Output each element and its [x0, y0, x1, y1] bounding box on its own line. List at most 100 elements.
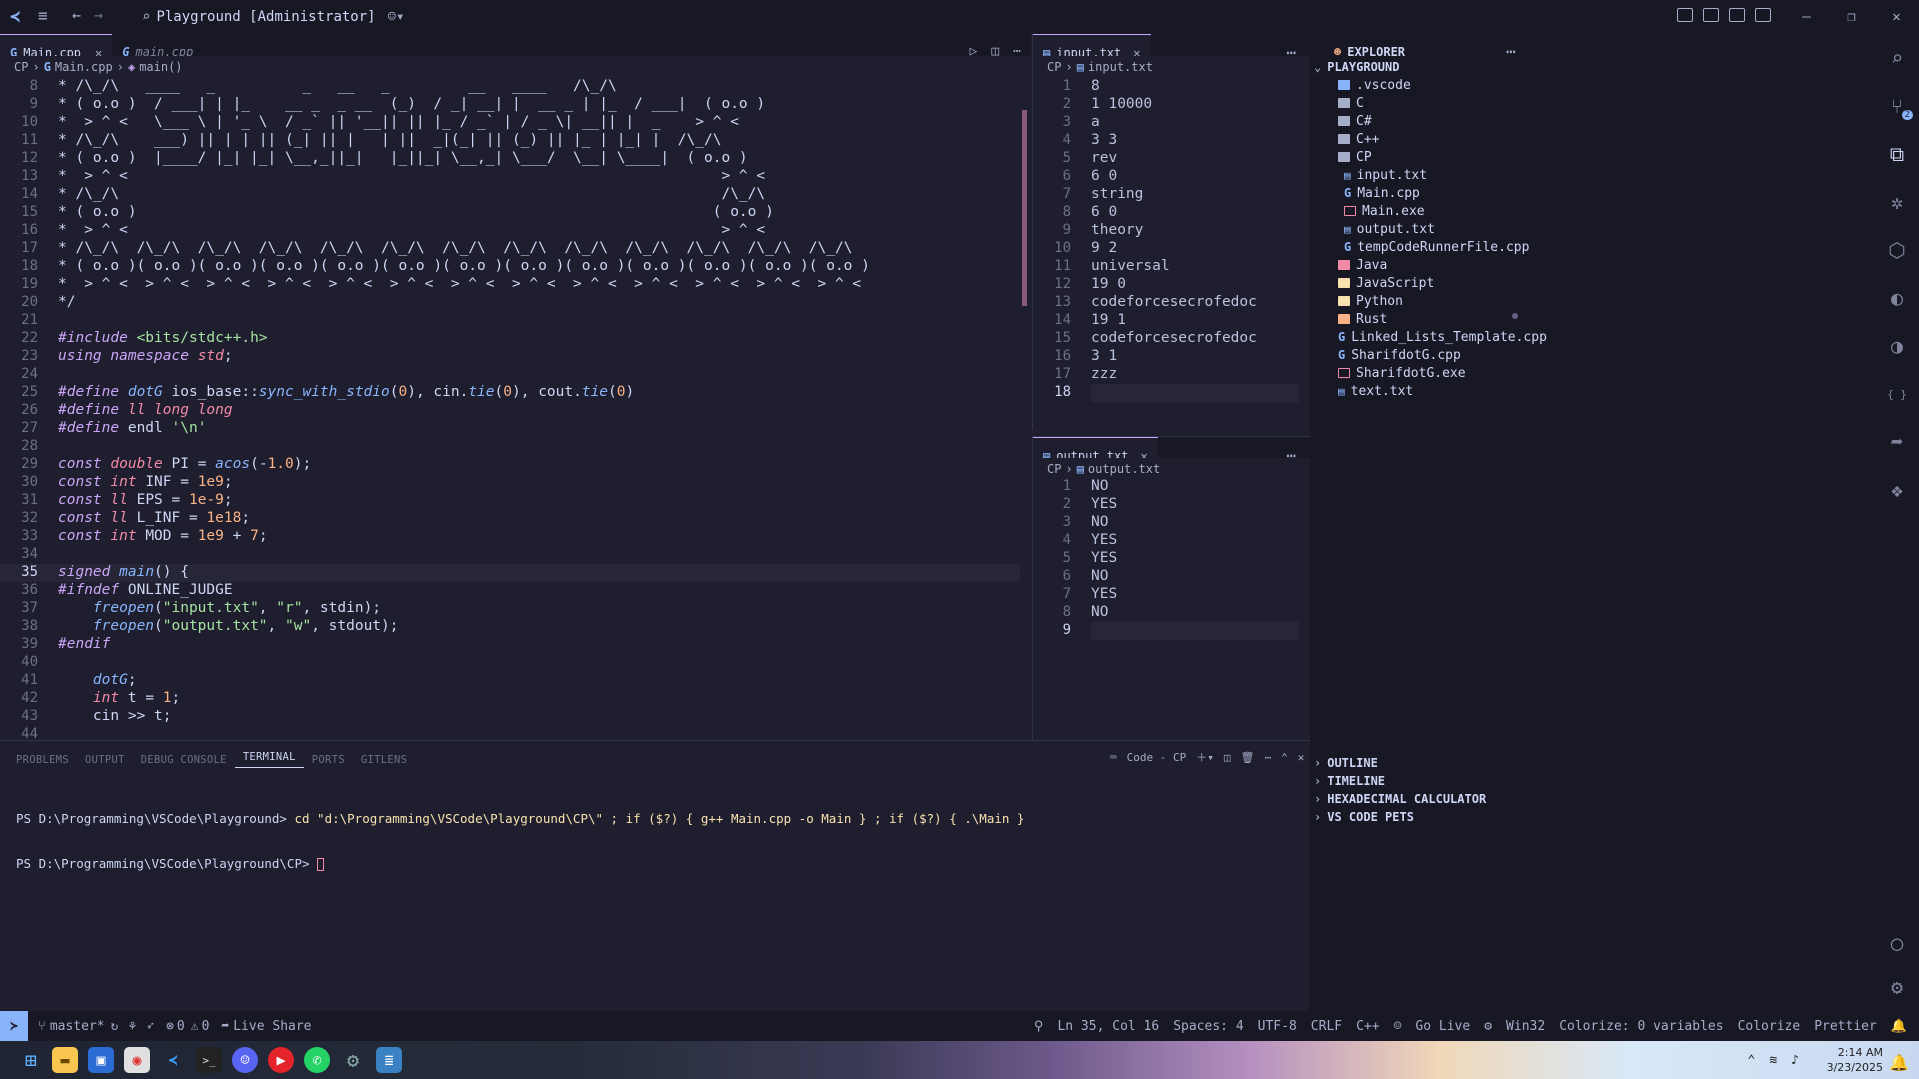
panel-tab[interactable]: DEBUG CONSOLE — [133, 754, 235, 766]
terminal-output[interactable]: PS D:\Programming\VSCode\Playground> cd … — [16, 781, 1024, 901]
account-icon[interactable]: ◯ — [1875, 919, 1919, 967]
encoding[interactable]: UTF-8 — [1258, 1019, 1297, 1034]
explorer-item[interactable]: ▤ input.txt — [1344, 166, 1524, 184]
split-terminal-icon[interactable]: ◫ — [1224, 751, 1231, 764]
gear-status-icon[interactable]: ⚙ — [1484, 1019, 1492, 1034]
clock[interactable]: 2:14 AM 3/23/2025 — [1827, 1045, 1883, 1075]
warning-count[interactable]: 0 — [202, 1019, 210, 1034]
remote-indicator-icon[interactable]: ≻ — [0, 1011, 28, 1041]
platform[interactable]: Win32 — [1506, 1019, 1545, 1034]
breadcrumb-file[interactable]: input.txt — [1088, 60, 1153, 74]
error-count[interactable]: 0 — [177, 1019, 185, 1034]
sync-icon[interactable]: ↻ — [111, 1019, 119, 1034]
cursor-position[interactable]: Ln 35, Col 16 — [1057, 1019, 1159, 1034]
chrome-icon[interactable]: ◉ — [124, 1047, 150, 1073]
sidebar-section-header[interactable]: › OUTLINE — [1314, 754, 1378, 772]
sidebar-section-header[interactable]: › VS CODE PETS — [1314, 808, 1414, 826]
command-center-search[interactable]: ⌕ Playground [Administrator] ☺▾ — [142, 5, 404, 29]
explorer-item[interactable]: ▤ output.txt — [1344, 220, 1524, 238]
search-icon[interactable]: ⌕ — [1875, 34, 1919, 82]
kill-terminal-icon[interactable]: 🗑 — [1240, 751, 1254, 764]
settings-app-icon[interactable]: ⚙ — [340, 1047, 366, 1073]
settings-gear-icon[interactable]: ⚙ — [1875, 963, 1919, 1011]
workspace-root[interactable]: ⌄ PLAYGROUND — [1314, 58, 1399, 76]
explorer-item[interactable]: SharifdotG.exe — [1338, 364, 1518, 382]
notifications-icon[interactable]: 🔔 — [1889, 1053, 1909, 1072]
breadcrumb-file[interactable]: output.txt — [1088, 462, 1160, 476]
python-icon[interactable]: ❖ — [1875, 466, 1919, 514]
launch-icon[interactable]: ➶ — [146, 1019, 154, 1034]
explorer-item[interactable]: Rust — [1338, 310, 1518, 328]
broadcast-icon[interactable]: ⚲ — [1034, 1019, 1044, 1034]
debug-icon[interactable]: ✲ — [1875, 178, 1919, 226]
colorize-count[interactable]: Colorize: 0 variables — [1559, 1019, 1723, 1034]
code-editor[interactable]: 8 * /\_/\ ____ _ _ __ _ __ ____ /\_/\ 9 * (… — [0, 78, 1031, 740]
notepad-icon[interactable]: ≣ — [376, 1047, 402, 1073]
explorer-item[interactable]: Python — [1338, 292, 1518, 310]
close-panel-icon[interactable]: ✕ — [1298, 751, 1305, 764]
toggle-secondary-sidebar-icon[interactable] — [1755, 8, 1771, 22]
new-terminal-icon[interactable]: ＋▾ — [1196, 749, 1214, 765]
explorer-item[interactable]: Java — [1338, 256, 1518, 274]
minimize-icon[interactable]: — — [1784, 9, 1829, 25]
more-actions-icon[interactable]: ⋯ — [1506, 42, 1516, 61]
wifi-icon[interactable]: ≋ — [1769, 1053, 1777, 1068]
branch-name[interactable]: master* — [50, 1019, 105, 1034]
remote-explorer-icon[interactable]: ◑ — [1875, 322, 1919, 370]
terminal-app-icon[interactable]: >_ — [196, 1047, 222, 1073]
bell-icon[interactable]: 🔔 — [1891, 1019, 1907, 1034]
vscode-icon[interactable]: ≺ — [160, 1047, 186, 1073]
file-explorer-icon[interactable]: ▬ — [52, 1047, 78, 1073]
toggle-panel-icon[interactable] — [1729, 8, 1745, 22]
json-icon[interactable]: { } — [1875, 370, 1919, 418]
breadcrumb-file[interactable]: Main.cpp — [55, 60, 113, 74]
explorer-item[interactable]: G Main.cpp — [1344, 184, 1524, 202]
explorer-item[interactable]: ▤ text.txt — [1338, 382, 1518, 400]
sidebar-section-header[interactable]: › TIMELINE — [1314, 772, 1385, 790]
live-share-label[interactable]: Live Share — [233, 1019, 311, 1034]
go-live[interactable]: Go Live — [1415, 1019, 1470, 1034]
explorer-item[interactable]: G Linked_Lists_Template.cpp — [1338, 328, 1547, 346]
customize-layout-icon[interactable] — [1677, 8, 1693, 22]
explorer-item[interactable]: JavaScript — [1338, 274, 1518, 292]
explorer-item[interactable]: C# — [1338, 112, 1518, 130]
explorer-item[interactable]: C — [1338, 94, 1518, 112]
restore-icon[interactable]: ❐ — [1829, 9, 1874, 25]
panel-tab[interactable]: OUTPUT — [77, 754, 133, 766]
copilot-icon[interactable]: ☺▾ — [388, 9, 405, 25]
panel-tab[interactable]: PROBLEMS — [8, 754, 77, 766]
more-actions-icon[interactable]: ⋯ — [1264, 751, 1271, 764]
breadcrumb-folder[interactable]: CP — [14, 60, 28, 74]
input-editor[interactable]: 1821 10000 3 a 4 3 3 5 rev 6 6 0 7 string 8 6 0 9 theo… — [1032, 78, 1310, 430]
terminal-name[interactable]: Code - CP — [1127, 751, 1187, 764]
explorer-item[interactable]: G SharifdotG.cpp — [1338, 346, 1518, 364]
explorer-item[interactable]: CP — [1338, 148, 1518, 166]
panel-tab[interactable]: PORTS — [304, 754, 353, 766]
explorer-icon[interactable]: ⧉ — [1875, 130, 1919, 178]
language-mode[interactable]: C++ — [1356, 1019, 1379, 1034]
sidebar-section-header[interactable]: › HEXADECIMAL CALCULATOR — [1314, 790, 1486, 808]
source-control-icon[interactable]: ⑂ 2 — [1875, 82, 1919, 130]
prettier[interactable]: Prettier — [1814, 1019, 1877, 1034]
breadcrumb-symbol[interactable]: main() — [139, 60, 182, 74]
line-ending[interactable]: CRLF — [1311, 1019, 1342, 1034]
media-player-icon[interactable]: ▶ — [268, 1047, 294, 1073]
store-icon[interactable]: ▣ — [88, 1047, 114, 1073]
scrollbar-thumb[interactable] — [1022, 110, 1027, 306]
colorize-toggle[interactable]: Colorize — [1738, 1019, 1801, 1034]
whatsapp-icon[interactable]: ✆ — [304, 1047, 330, 1073]
live-share-icon[interactable]: ➦ — [1875, 418, 1919, 466]
indentation[interactable]: Spaces: 4 — [1173, 1019, 1243, 1034]
panel-tab[interactable]: GITLENS — [353, 754, 415, 766]
forward-arrow-icon[interactable]: → — [94, 6, 103, 24]
extensions-icon[interactable]: ⬡ — [1875, 226, 1919, 274]
panel-tab[interactable]: TERMINAL — [234, 751, 304, 768]
back-arrow-icon[interactable]: ← — [72, 6, 81, 24]
copilot-icon[interactable]: ☺ — [1394, 1019, 1402, 1034]
tray-chevron-icon[interactable]: ⌃ — [1748, 1053, 1756, 1068]
windows-start-icon[interactable]: ⊞ — [18, 1047, 44, 1073]
explorer-item[interactable]: GtempCodeRunnerFile.cpp — [1344, 238, 1529, 256]
maximize-panel-icon[interactable]: ⌃ — [1281, 751, 1288, 764]
explorer-item[interactable]: C++ — [1338, 130, 1518, 148]
explorer-item[interactable]: Main.exe — [1344, 202, 1524, 220]
